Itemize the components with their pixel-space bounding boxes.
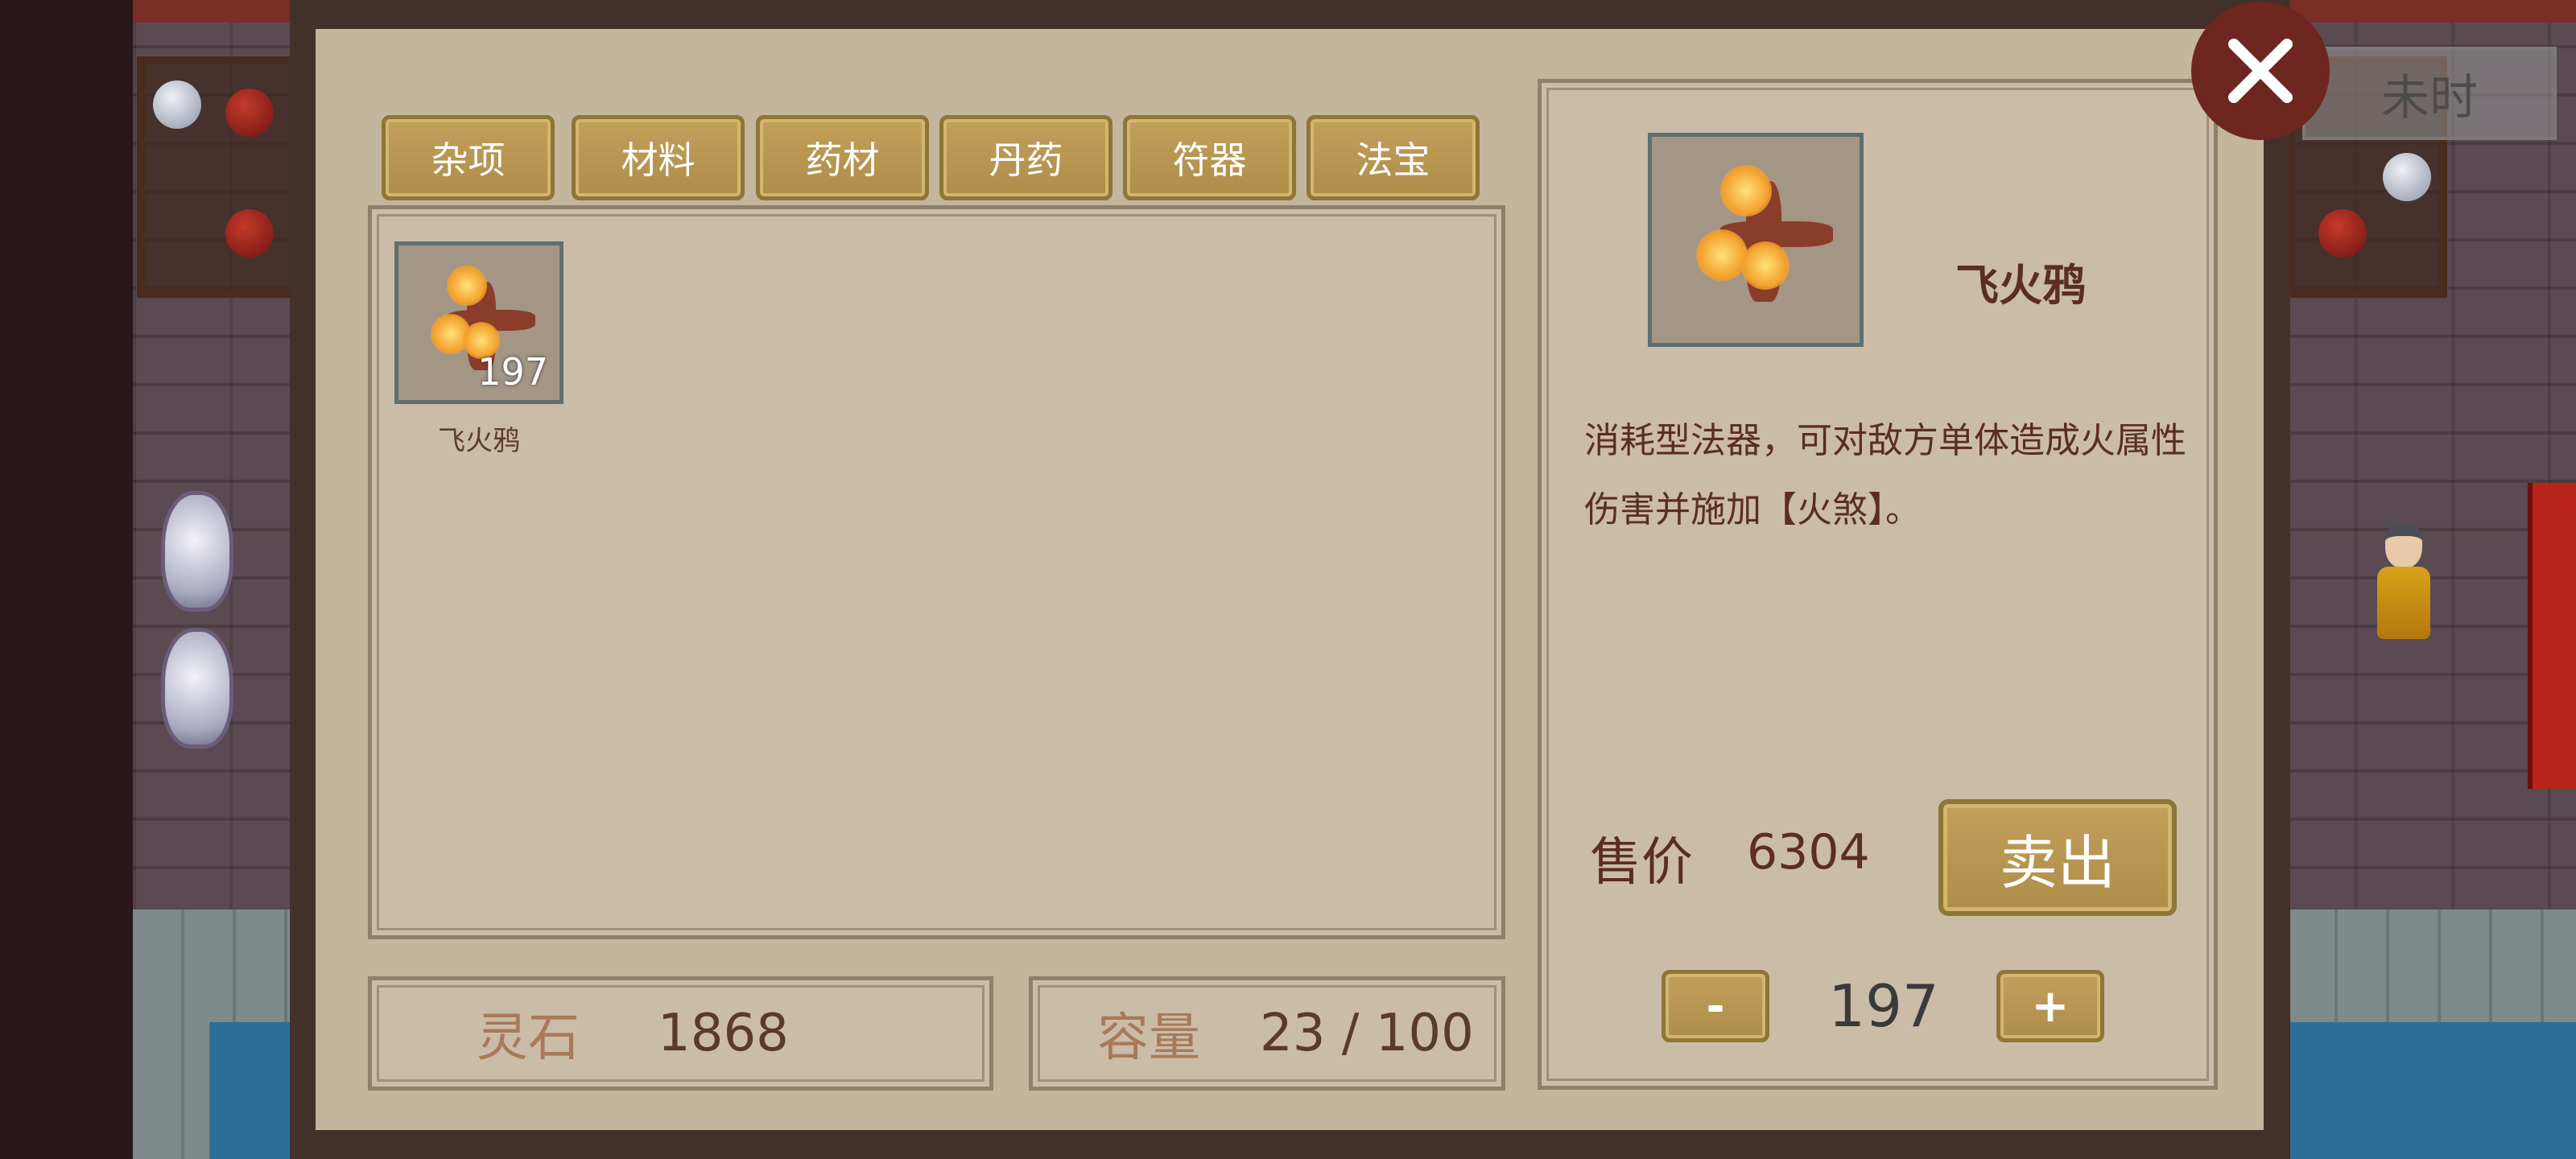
porcelain-vase <box>161 491 233 612</box>
close-button[interactable] <box>2191 2 2330 140</box>
tab-label: 法宝 <box>1356 138 1430 182</box>
scene-water-right <box>2286 1022 2576 1159</box>
detail-item-name: 飞火鸦 <box>1955 260 2086 311</box>
increase-quantity-label: + <box>2031 980 2070 1033</box>
scene-water-left <box>209 1022 294 1159</box>
tab-label: 杂项 <box>431 138 506 182</box>
tab-pills[interactable]: 丹药 <box>939 115 1113 200</box>
price-value: 6304 <box>1747 824 1870 881</box>
tab-misc[interactable]: 杂项 <box>382 115 555 200</box>
tab-herbs[interactable]: 药材 <box>756 115 929 200</box>
close-icon <box>2228 39 2293 103</box>
detail-item-description: 消耗型法器，可对敌方单体造成火属性伤害并施加【火煞】。 <box>1584 420 2186 530</box>
tab-label: 符器 <box>1172 138 1247 182</box>
red-jar <box>2318 209 2367 258</box>
spirit-stone-label: 灵石 <box>477 1008 580 1068</box>
scene-shelf-left <box>137 56 298 298</box>
tab-label: 丹药 <box>989 138 1063 182</box>
price-label: 售价 <box>1590 833 1693 893</box>
decrease-quantity-button[interactable]: - <box>1662 970 1769 1042</box>
capacity-value: 23 / 100 <box>1260 1004 1474 1063</box>
scene-left-edge <box>0 0 133 1159</box>
item-detail-panel <box>1538 79 2218 1090</box>
porcelain-vase <box>161 628 233 749</box>
white-jar <box>2383 153 2431 201</box>
decrease-quantity-label: - <box>1706 980 1725 1033</box>
increase-quantity-button[interactable]: + <box>1996 970 2104 1042</box>
tab-label: 药材 <box>805 138 880 182</box>
inventory-item-slot[interactable]: 197 <box>394 241 564 404</box>
item-count: 197 <box>477 350 548 394</box>
npc-character[interactable] <box>2371 515 2435 652</box>
sell-button[interactable]: 卖出 <box>1938 799 2177 916</box>
spirit-stone-value: 1868 <box>658 1004 789 1063</box>
white-jar <box>153 80 201 129</box>
time-of-day-badge: 未时 <box>2302 47 2557 140</box>
red-jar <box>225 89 274 137</box>
capacity-box: 容量 23 / 100 <box>1029 976 1505 1091</box>
tab-talisman-tools[interactable]: 符器 <box>1123 115 1296 200</box>
spirit-stone-box: 灵石 1868 <box>368 976 993 1091</box>
tab-materials[interactable]: 材料 <box>572 115 745 200</box>
detail-item-icon <box>1648 133 1864 347</box>
scene-red-door <box>2528 483 2576 789</box>
time-of-day-label: 未时 <box>2381 69 2478 126</box>
npc-head <box>2385 523 2422 568</box>
fire-crow-icon <box>1688 165 1833 310</box>
red-jar <box>225 209 274 258</box>
tab-label: 材料 <box>621 138 696 182</box>
capacity-label: 容量 <box>1097 1008 1200 1068</box>
sell-button-label: 卖出 <box>1999 829 2116 897</box>
item-name-label: 飞火鸦 <box>438 425 520 457</box>
tab-treasures[interactable]: 法宝 <box>1307 115 1480 200</box>
npc-body <box>2377 567 2430 639</box>
sell-quantity-value: 197 <box>1828 972 1939 1040</box>
